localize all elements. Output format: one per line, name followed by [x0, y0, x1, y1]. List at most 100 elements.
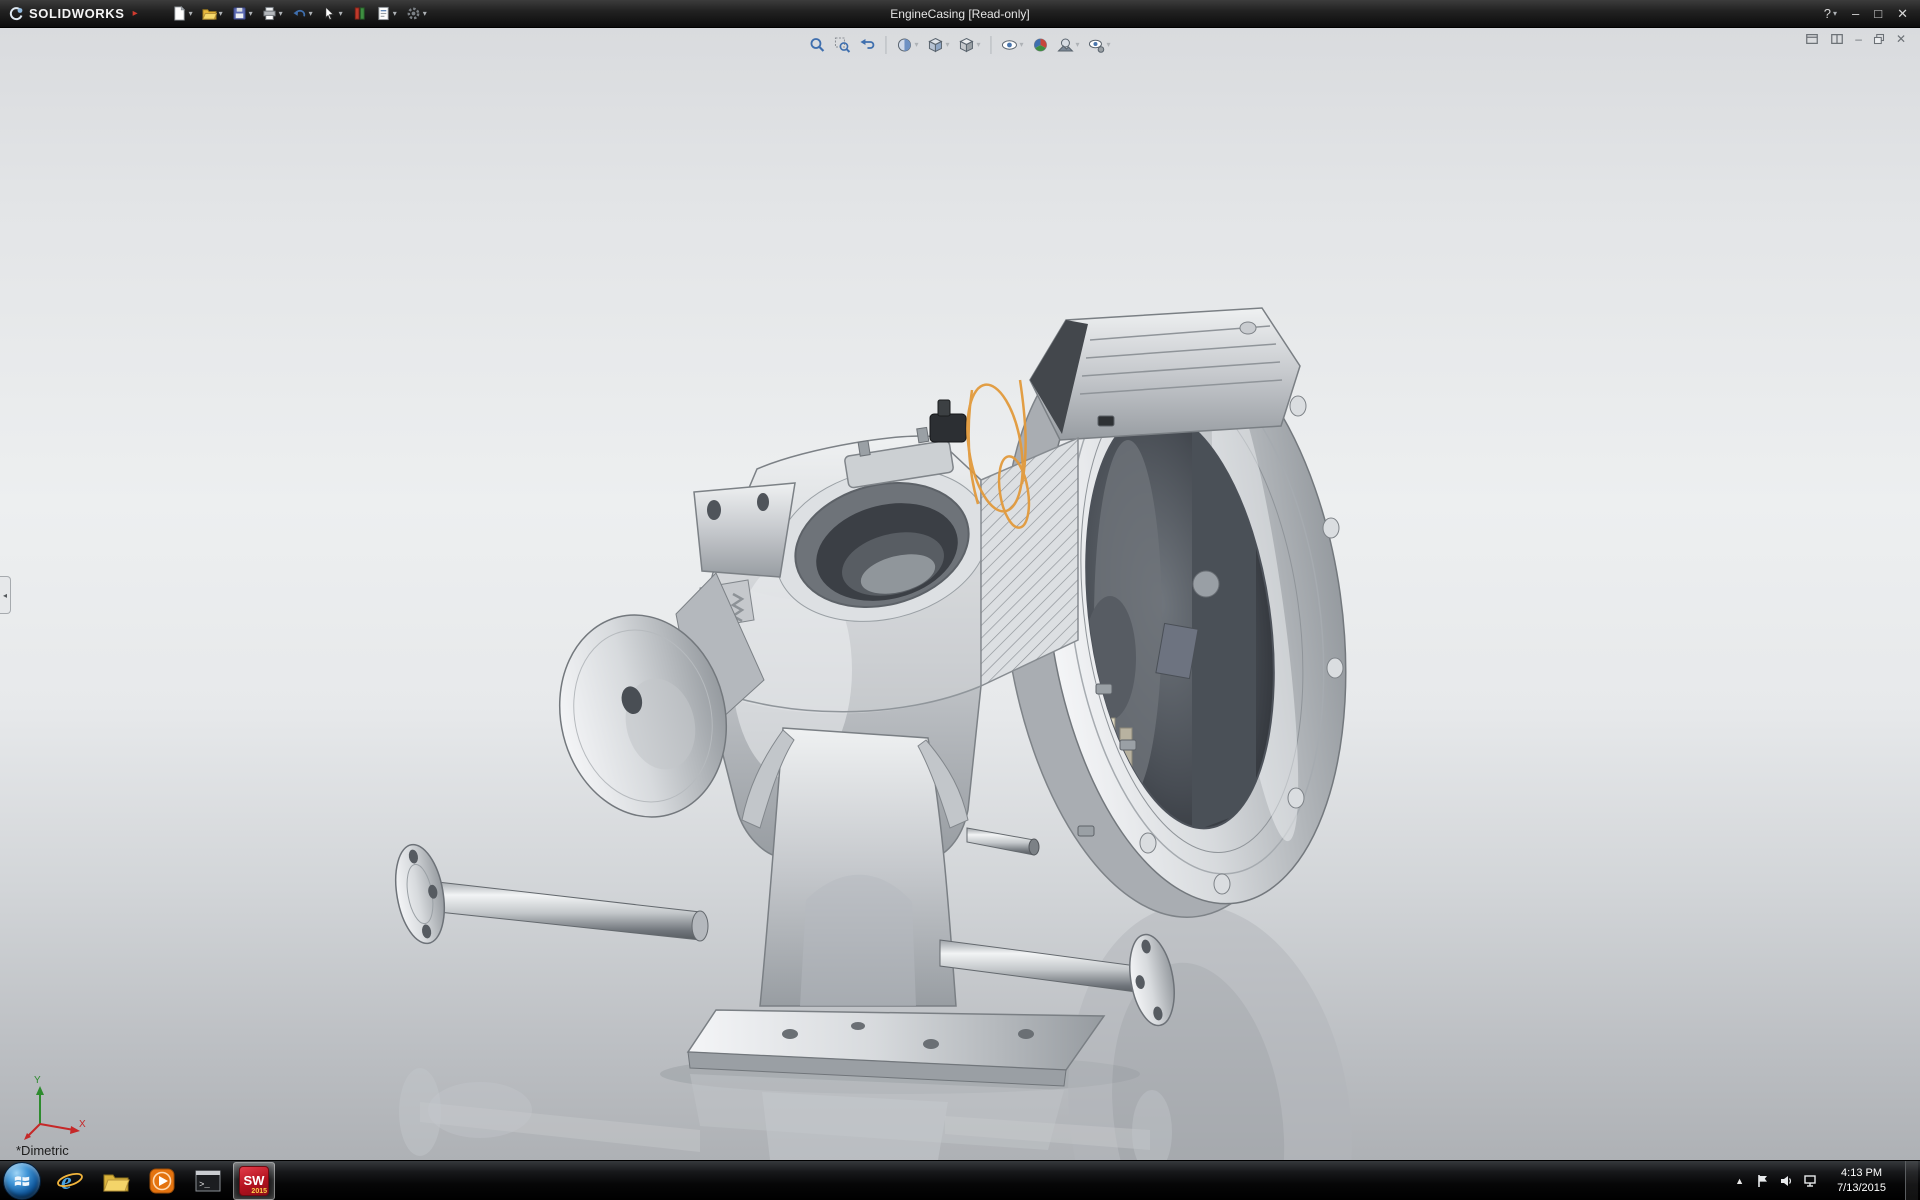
view-orientation-label: *Dimetric — [16, 1143, 69, 1158]
options-caret[interactable]: ▾ — [423, 10, 427, 18]
titlebar-controls: ? ▾ – □ ✕ — [1824, 6, 1920, 22]
windows-flag-icon — [13, 1172, 31, 1190]
restore-icon — [1873, 33, 1885, 45]
zoom-to-area-icon — [834, 37, 850, 53]
left-pin[interactable] — [389, 841, 708, 947]
section-view-button[interactable]: ▾ — [893, 35, 921, 55]
print-icon — [262, 6, 277, 21]
show-hidden-icons-button[interactable]: ▲ — [1733, 1176, 1746, 1186]
display-style-caret[interactable]: ▾ — [976, 41, 980, 49]
apply-scene-button[interactable]: ▾ — [1055, 35, 1083, 55]
windows-taskbar: e >_ SW — [0, 1160, 1920, 1200]
engine-casing-model-canvas[interactable] — [0, 28, 1920, 1160]
view-settings-button[interactable]: ▾ — [1086, 35, 1114, 55]
new-window-icon — [1805, 32, 1819, 46]
orientation-triad: Y X — [22, 1072, 88, 1144]
taskbar-item-command-prompt[interactable]: >_ — [187, 1162, 229, 1200]
select-cursor-icon — [322, 6, 337, 21]
stand-column[interactable] — [742, 728, 968, 1006]
view-orientation-button[interactable]: ▾ — [924, 35, 952, 55]
document-close-button[interactable]: ✕ — [1896, 32, 1906, 46]
options-button[interactable]: ▾ — [402, 3, 431, 24]
split-window-icon — [1830, 32, 1844, 46]
svg-text:>_: >_ — [199, 1180, 210, 1190]
apply-scene-caret[interactable]: ▾ — [1076, 41, 1080, 49]
black-fitting[interactable] — [930, 400, 966, 442]
minimize-button[interactable]: – — [1852, 6, 1859, 21]
zoom-to-fit-button[interactable] — [806, 35, 828, 55]
taskbar-item-internet-explorer[interactable]: e — [49, 1162, 91, 1200]
taskbar-item-media-player[interactable] — [141, 1162, 183, 1200]
standard-toolbar: ▾ ▾ ▾ ▾ — [142, 3, 431, 24]
file-properties-button[interactable]: ▾ — [372, 3, 401, 24]
start-button[interactable] — [3, 1162, 41, 1200]
rebuild-button[interactable] — [348, 3, 371, 24]
taskbar-items: e >_ SW — [49, 1162, 275, 1200]
file-properties-caret[interactable]: ▾ — [393, 10, 397, 18]
select-caret[interactable]: ▾ — [339, 10, 343, 18]
zoom-to-fit-icon — [809, 37, 825, 53]
network-icon[interactable] — [1804, 1174, 1818, 1188]
view-settings-icon — [1089, 37, 1105, 53]
feature-panel-collapse-handle[interactable]: ◂ — [0, 576, 11, 614]
undo-button[interactable]: ▾ — [288, 3, 317, 24]
undo-caret[interactable]: ▾ — [309, 10, 313, 18]
volume-icon[interactable] — [1780, 1174, 1794, 1188]
previous-view-icon — [859, 37, 875, 53]
show-desktop-button[interactable] — [1905, 1161, 1918, 1200]
headsup-view-toolbar: ▾ ▾ ▾ ▾ — [798, 33, 1121, 57]
previous-view-button[interactable] — [856, 35, 878, 55]
action-center-flag-icon[interactable] — [1756, 1174, 1770, 1188]
command-prompt-icon: >_ — [194, 1167, 222, 1195]
system-tray: ▲ 4:13 PM 7/13/2015 — [1733, 1161, 1920, 1200]
display-style-button[interactable]: ▾ — [955, 35, 983, 55]
edit-appearance-button[interactable] — [1030, 35, 1052, 55]
taskbar-clock[interactable]: 4:13 PM 7/13/2015 — [1828, 1166, 1895, 1195]
document-minimize-button[interactable]: – — [1855, 32, 1862, 46]
help-caret: ▾ — [1833, 10, 1837, 18]
menu-expand-arrow[interactable]: ▸ — [133, 8, 142, 19]
taskbar-item-windows-explorer[interactable] — [95, 1162, 137, 1200]
save-caret[interactable]: ▾ — [249, 10, 253, 18]
open-folder-icon — [202, 6, 217, 21]
maximize-button[interactable]: □ — [1874, 6, 1882, 21]
section-view-icon — [896, 37, 912, 53]
view-orientation-caret[interactable]: ▾ — [945, 41, 949, 49]
view-settings-caret[interactable]: ▾ — [1107, 41, 1111, 49]
hide-show-caret[interactable]: ▾ — [1020, 41, 1024, 49]
app-name: SOLIDWORKS — [29, 6, 125, 21]
graphics-viewport[interactable]: ▾ ▾ ▾ ▾ — [0, 28, 1920, 1160]
media-player-icon — [148, 1167, 176, 1195]
svg-text:e: e — [61, 1169, 72, 1195]
save-button[interactable]: ▾ — [228, 3, 257, 24]
open-button[interactable]: ▾ — [198, 3, 227, 24]
new-caret[interactable]: ▾ — [189, 10, 193, 18]
toolbar-divider — [991, 36, 992, 54]
open-caret[interactable]: ▾ — [219, 10, 223, 18]
titlebar: SOLIDWORKS ▸ ▾ ▾ ▾ — [0, 0, 1920, 28]
zoom-to-area-button[interactable] — [831, 35, 853, 55]
dowel-pin[interactable] — [967, 828, 1039, 855]
print-caret[interactable]: ▾ — [279, 10, 283, 18]
view-orientation-cube-icon — [927, 37, 943, 53]
taskbar-item-solidworks-2015[interactable]: SW 2015 — [233, 1162, 275, 1200]
clock-time: 4:13 PM — [1837, 1166, 1886, 1180]
section-view-caret[interactable]: ▾ — [914, 41, 918, 49]
new-window-button[interactable] — [1805, 32, 1819, 46]
flywheel-disc[interactable] — [539, 573, 764, 835]
help-button[interactable]: ? ▾ — [1824, 6, 1837, 21]
close-button[interactable]: ✕ — [1897, 6, 1908, 22]
new-file-icon — [172, 6, 187, 21]
solidworks-logo: SOLIDWORKS — [0, 6, 133, 22]
rebuild-icon — [352, 6, 367, 21]
split-window-button[interactable] — [1830, 32, 1844, 46]
select-button[interactable]: ▾ — [318, 3, 347, 24]
print-button[interactable]: ▾ — [258, 3, 287, 24]
document-restore-button[interactable] — [1873, 33, 1885, 45]
new-button[interactable]: ▾ — [168, 3, 197, 24]
hide-show-items-button[interactable]: ▾ — [999, 35, 1027, 55]
folder-icon — [102, 1167, 130, 1195]
solidworks-logo-icon — [8, 6, 24, 22]
internet-explorer-icon: e — [56, 1167, 84, 1195]
top-cover[interactable] — [1030, 308, 1300, 440]
